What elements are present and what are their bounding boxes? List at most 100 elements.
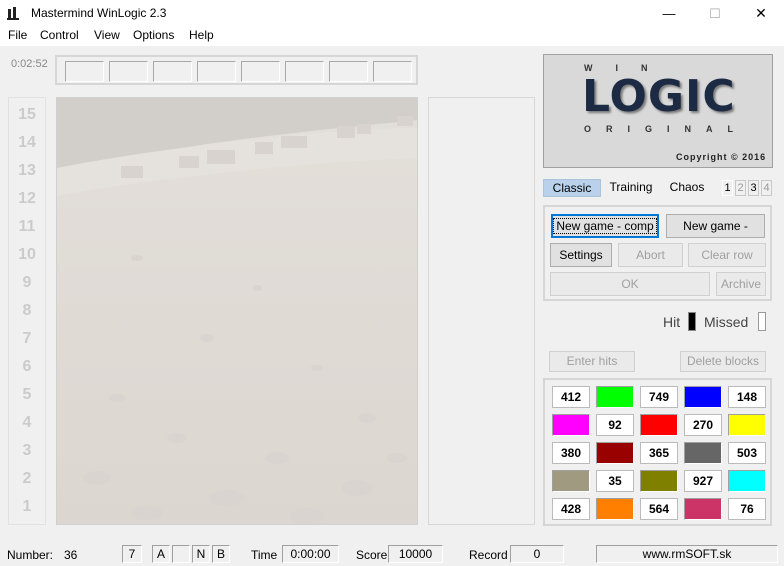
palette-color[interactable] [684, 442, 722, 464]
palette-number[interactable]: 428 [552, 498, 590, 520]
level-tab-4[interactable]: 4 [761, 180, 772, 196]
status-field: A [152, 545, 170, 563]
maximize-button[interactable]: ☐ [692, 0, 738, 27]
logo-logic-text: LOGIC [582, 71, 736, 122]
row-number: 13 [18, 162, 36, 179]
clear-row-button[interactable]: Clear row [688, 243, 766, 267]
abort-button[interactable]: Abort [618, 243, 683, 267]
palette-color[interactable] [684, 498, 722, 520]
palette-number[interactable]: 749 [640, 386, 678, 408]
menu-options[interactable]: Options [133, 28, 174, 42]
color-palette: 412 749 148 92 270 380 365 503 35 927 428 564 76 [543, 378, 772, 526]
delete-blocks-button[interactable]: Delete blocks [680, 351, 766, 372]
archive-button[interactable]: Archive [716, 272, 766, 296]
tab-chaos[interactable]: Chaos [662, 179, 712, 197]
row-number: 11 [18, 218, 36, 235]
palette-color[interactable] [596, 498, 634, 520]
score-value: 10000 [388, 545, 443, 563]
close-button[interactable]: ✕ [738, 0, 784, 27]
row-number: 10 [18, 246, 36, 263]
website-link[interactable]: www.rmSOFT.sk [596, 545, 778, 563]
level-tab-3[interactable]: 3 [748, 180, 759, 196]
palette-number[interactable]: 564 [640, 498, 678, 520]
row-number: 12 [18, 190, 36, 207]
row-number: 7 [22, 330, 32, 347]
tab-training[interactable]: Training [604, 179, 658, 197]
hit-indicator[interactable] [688, 312, 696, 331]
palette-number[interactable]: 92 [596, 414, 634, 436]
hit-label: Hit [663, 314, 681, 330]
code-slot [153, 61, 192, 82]
code-slot [197, 61, 236, 82]
ok-button[interactable]: OK [550, 272, 710, 296]
palette-number[interactable]: 76 [728, 498, 766, 520]
missed-indicator[interactable] [758, 312, 766, 331]
code-slot [285, 61, 324, 82]
menu-bar: File Control View Options Help [0, 27, 784, 46]
settings-button[interactable]: Settings [550, 243, 612, 267]
minimize-button[interactable]: — [646, 0, 692, 27]
palette-color[interactable] [640, 470, 678, 492]
time-value: 0:00:00 [282, 545, 339, 563]
logo-copyright: Copyright © 2016 [676, 152, 767, 162]
new-game-comp-label: New game - comp [553, 218, 657, 234]
time-label: Time [251, 548, 278, 562]
palette-color[interactable] [596, 442, 634, 464]
palette-number[interactable]: 35 [596, 470, 634, 492]
menu-view[interactable]: View [94, 28, 120, 42]
status-field [172, 545, 190, 563]
row-number: 8 [22, 302, 32, 319]
palette-number[interactable]: 270 [684, 414, 722, 436]
score-label: Score [356, 548, 388, 562]
code-slot [65, 61, 104, 82]
level-tab-1[interactable]: 1 [722, 180, 733, 196]
palette-number[interactable]: 148 [728, 386, 766, 408]
row-number: 4 [22, 414, 32, 431]
menu-control[interactable]: Control [40, 28, 79, 42]
row-number: 5 [22, 386, 32, 403]
palette-number[interactable]: 927 [684, 470, 722, 492]
code-slot [329, 61, 368, 82]
window-title: Mastermind WinLogic 2.3 [31, 6, 167, 20]
record-label: Record [469, 548, 508, 562]
record-value: 0 [510, 545, 564, 563]
palette-color[interactable] [596, 386, 634, 408]
palette-color[interactable] [640, 414, 678, 436]
logo-original-text: ORIGINAL [584, 124, 748, 134]
palette-color[interactable] [684, 386, 722, 408]
code-slot [109, 61, 148, 82]
row-number: 3 [22, 442, 32, 459]
code-slot [241, 61, 280, 82]
menu-file[interactable]: File [8, 28, 27, 42]
palette-number[interactable]: 365 [640, 442, 678, 464]
status-field: 7 [122, 545, 142, 563]
row-number: 6 [22, 358, 32, 375]
row-number: 1 [22, 498, 32, 515]
new-game-player-button[interactable]: New game - player [666, 214, 765, 255]
palette-color[interactable] [552, 470, 590, 492]
number-label: Number: [7, 548, 54, 562]
enter-hits-button[interactable]: Enter hits [549, 351, 635, 372]
palette-number[interactable]: 412 [552, 386, 590, 408]
status-bar: Number: 36 7 A N B Time 0:00:00 Score 10… [0, 543, 784, 566]
code-slot [373, 61, 412, 82]
palette-color[interactable] [728, 470, 766, 492]
missed-label: Missed [704, 314, 749, 330]
row-number: 15 [18, 106, 36, 123]
level-tab-2[interactable]: 2 [735, 180, 746, 196]
palette-color[interactable] [552, 414, 590, 436]
tab-classic[interactable]: Classic [543, 179, 601, 197]
control-panel: New game - comp New game - player Settin… [543, 205, 772, 301]
menu-help[interactable]: Help [189, 28, 214, 42]
row-number: 9 [22, 274, 32, 291]
new-game-comp-button[interactable]: New game - comp [551, 214, 659, 238]
row-number: 14 [18, 134, 36, 151]
palette-number[interactable]: 503 [728, 442, 766, 464]
game-timer: 0:02:52 [11, 58, 48, 70]
game-board[interactable] [56, 97, 418, 525]
row-number: 2 [22, 470, 32, 487]
status-field: N [192, 545, 210, 563]
number-value: 36 [64, 548, 78, 562]
palette-color[interactable] [728, 414, 766, 436]
palette-number[interactable]: 380 [552, 442, 590, 464]
